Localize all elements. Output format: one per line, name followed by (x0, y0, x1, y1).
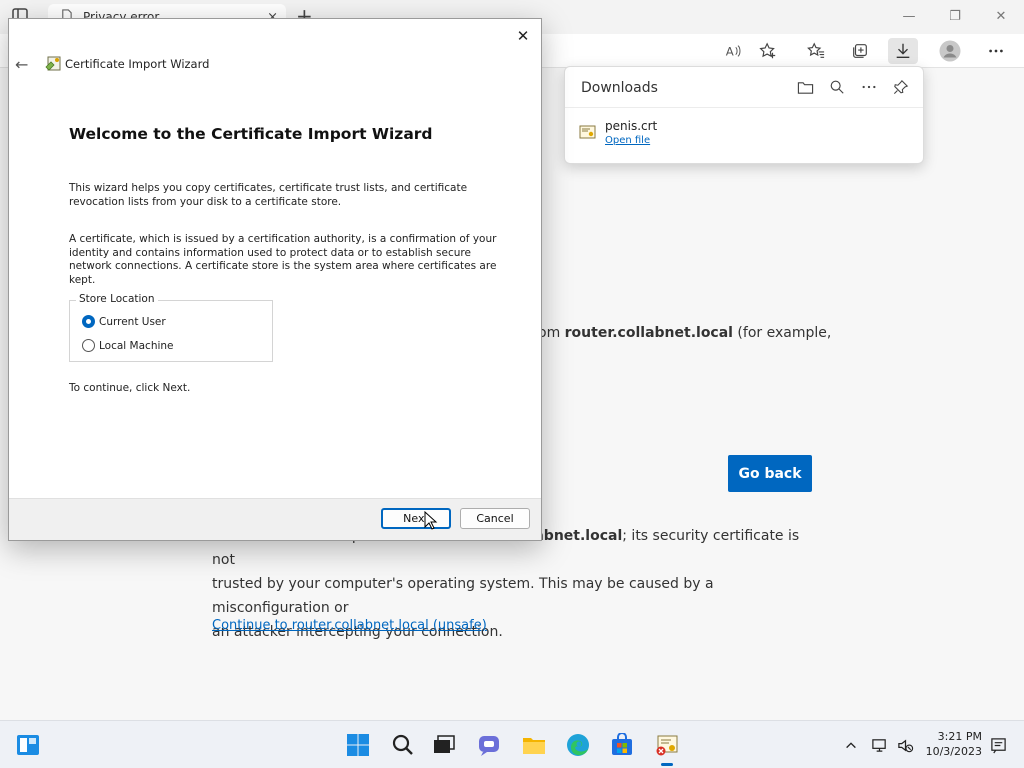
favorites-icon[interactable] (801, 38, 831, 64)
radio-local-machine-label: Local Machine (99, 339, 174, 352)
store-location-legend: Store Location (76, 293, 158, 305)
dialog-title: Certificate Import Wizard (65, 57, 210, 71)
radio-current-user-control[interactable] (82, 315, 95, 328)
downloads-title: Downloads (581, 80, 658, 96)
certificate-file-icon (579, 123, 597, 141)
clock-time: 3:21 PM (937, 730, 982, 743)
certificate-app-icon[interactable] (655, 733, 679, 766)
next-button[interactable]: Next (381, 508, 451, 529)
chat-icon[interactable] (477, 733, 501, 757)
maximize-button[interactable]: ❐ (932, 0, 978, 32)
task-view-icon[interactable] (432, 733, 456, 757)
pin-icon[interactable] (889, 77, 913, 97)
widgets-icon[interactable] (16, 733, 40, 757)
taskbar: 3:21 PM 10/3/2023 (0, 720, 1024, 768)
snippet-suffix: (for example, (732, 325, 832, 341)
network-icon[interactable] (869, 735, 889, 755)
radio-current-user[interactable]: Current User (82, 315, 166, 328)
wizard-continue-text: To continue, click Next. (69, 382, 191, 394)
snippet-host: router.collabnet.local (564, 325, 733, 341)
certificate-wizard-icon (45, 55, 63, 73)
system-clock[interactable]: 3:21 PM 10/3/2023 (926, 729, 982, 759)
cancel-button[interactable]: Cancel (460, 508, 530, 529)
downloads-actions (793, 77, 913, 97)
go-back-button[interactable]: Go back (728, 455, 812, 492)
folder-icon[interactable] (793, 77, 817, 97)
certificate-import-wizard-dialog: ✕ ← Certificate Import Wizard Welcome to… (8, 18, 542, 541)
more-icon[interactable] (857, 77, 881, 97)
radio-current-user-label: Current User (99, 315, 166, 328)
close-dialog-button[interactable]: ✕ (513, 26, 533, 46)
dialog-footer: Next Cancel (9, 498, 541, 540)
wizard-heading: Welcome to the Certificate Import Wizard (69, 125, 433, 143)
svg-text:A: A (726, 45, 734, 59)
mouse-cursor-icon (424, 510, 438, 535)
download-item[interactable]: penis.crt Open file (579, 119, 657, 146)
read-aloud-icon[interactable]: A (718, 38, 748, 64)
profile-icon[interactable] (935, 38, 965, 64)
downloads-panel: Downloads penis.crt Open file (564, 66, 924, 164)
store-icon[interactable] (610, 733, 634, 757)
search-icon[interactable] (825, 77, 849, 97)
back-arrow-button[interactable]: ← (15, 55, 28, 74)
wizard-intro-text: This wizard helps you copy certificates,… (69, 182, 468, 208)
start-icon[interactable] (346, 733, 370, 757)
edge-icon[interactable] (566, 733, 590, 757)
search-icon[interactable] (391, 733, 415, 757)
radio-local-machine-control[interactable] (82, 339, 95, 352)
radio-local-machine[interactable]: Local Machine (82, 339, 174, 352)
collections-icon[interactable] (845, 38, 875, 64)
notification-icon[interactable] (988, 735, 1008, 755)
error-snippet: om router.collabnet.local (for example, (538, 321, 831, 345)
store-location-group: Store Location Current User Local Machin… (69, 293, 273, 362)
open-file-link[interactable]: Open file (605, 135, 657, 146)
continue-unsafe-link[interactable]: Continue to router.collabnet.local (unsa… (212, 618, 487, 633)
wizard-certificate-explanation: A certificate, which is issued by a cert… (69, 233, 497, 286)
file-explorer-icon[interactable] (522, 733, 546, 757)
chevron-up-icon[interactable] (841, 735, 861, 755)
add-favorite-icon[interactable] (753, 38, 783, 64)
download-file-name: penis.crt (605, 119, 658, 133)
close-window-button[interactable]: ✕ (978, 0, 1024, 32)
window-controls: — ❐ ✕ (886, 0, 1024, 32)
more-icon[interactable] (981, 38, 1011, 64)
minimize-button[interactable]: — (886, 0, 932, 32)
downloads-icon[interactable] (888, 38, 918, 64)
volume-muted-icon[interactable] (895, 735, 915, 755)
downloads-divider (565, 107, 923, 108)
details-line2: trusted by your computer's operating sys… (212, 576, 714, 616)
clock-date: 10/3/2023 (925, 745, 982, 758)
